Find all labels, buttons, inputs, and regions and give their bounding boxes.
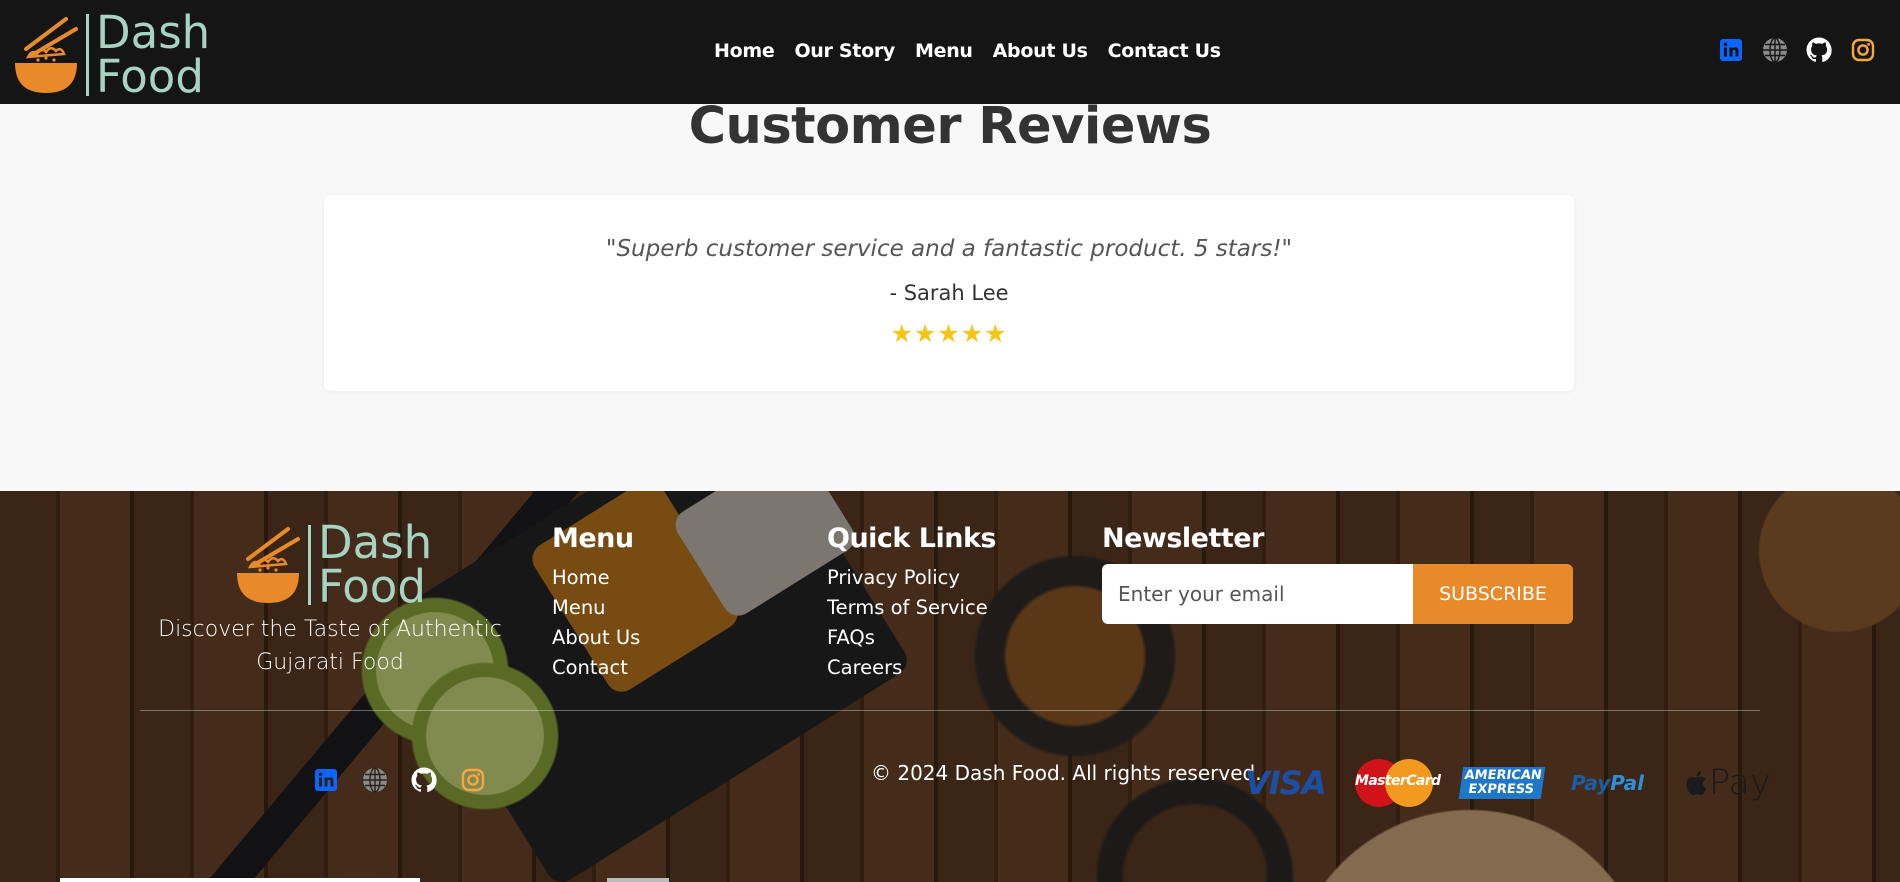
site-footer: Dash Food Discover the Taste of Authenti… [0,491,1900,882]
brand-name: Dash Food [318,516,433,614]
amex-logo: AMERICAN EXPRESS [1458,767,1546,799]
footer-social-links [313,767,486,793]
footer-link-privacy-policy[interactable]: Privacy Policy [827,563,996,593]
linkedin-icon[interactable] [1718,37,1744,63]
amex-line-1: AMERICAN [1463,768,1543,783]
visa-logo: VISA [1245,764,1326,802]
globe-icon[interactable] [362,767,388,793]
newsletter-form: SUBSCRIBE [1102,564,1573,624]
footer-link-menu[interactable]: Menu [552,593,640,623]
main-nav: Home Our Story Menu About Us Contact Us [714,40,1221,62]
footer-quick-links-title: Quick Links [827,523,997,554]
footer-link-home[interactable]: Home [552,563,640,593]
brand-line-2: Food [96,50,204,104]
mastercard-text: MasterCard [1355,773,1441,789]
logo-divider [86,14,89,97]
horizontal-scrollbar[interactable] [60,878,420,882]
nav-menu[interactable]: Menu [915,40,973,62]
footer-link-careers[interactable]: Careers [827,653,996,683]
nav-about-us[interactable]: About Us [993,40,1088,62]
apple-pay-text: Pay [1709,763,1771,803]
instagram-icon[interactable] [460,767,486,793]
review-quote: "Superb customer service and a fantastic… [605,236,1293,262]
paypal-logo: PayPal [1571,771,1657,795]
newsletter-section: Newsletter SUBSCRIBE [1102,523,1573,624]
linkedin-icon[interactable] [313,767,339,793]
nav-home[interactable]: Home [714,40,775,62]
brand-name: Dash Food [96,6,211,104]
brand-line-1: Dash [318,516,433,569]
apple-icon [1686,771,1707,796]
footer-menu-title: Menu [552,523,634,554]
nav-contact-us[interactable]: Contact Us [1108,40,1221,62]
payment-methods: VISA MasterCard AMERICAN EXPRESS PayPal … [1245,759,1771,807]
review-author: - Sarah Lee [889,281,1009,305]
newsletter-title: Newsletter [1102,523,1264,554]
github-icon[interactable] [1806,37,1832,63]
footer-divider [140,710,1760,711]
review-card: "Superb customer service and a fantastic… [324,195,1574,391]
footer-link-contact[interactable]: Contact [552,653,640,683]
scrollbar-track-segment [607,878,669,882]
subscribe-button[interactable]: SUBSCRIBE [1413,564,1573,624]
footer-link-about-us[interactable]: About Us [552,623,640,653]
paypal-text-2: Pal [1610,771,1645,795]
globe-icon[interactable] [1762,37,1788,63]
site-header: Dash Food Home Our Story Menu About Us C… [0,0,1900,104]
brand-line-1: Dash [96,6,211,59]
rice-bowl-icon [237,527,300,604]
footer-tagline: Discover the Taste of Authentic Gujarati… [158,617,502,675]
instagram-icon[interactable] [1850,37,1876,63]
logo-divider [308,525,311,606]
footer-link-terms-of-service[interactable]: Terms of Service [827,593,996,623]
amex-line-2: EXPRESS [1467,782,1535,797]
nav-our-story[interactable]: Our Story [794,40,895,62]
header-social-links [1718,37,1876,63]
brand-logo[interactable]: Dash Food [14,6,211,104]
newsletter-email-input[interactable] [1102,564,1413,624]
paypal-text-1: Pay [1571,771,1611,795]
apple-pay-logo: Pay [1685,763,1771,803]
footer-logo[interactable]: Dash Food [236,516,433,614]
copyright-text: © 2024 Dash Food. All rights reserved. [871,761,1262,785]
rice-bowl-icon [15,17,78,94]
footer-menu-column: Menu Home Menu About Us Contact [552,523,640,683]
review-stars: ★★★★★ [890,319,1008,348]
brand-line-2: Food [318,560,426,614]
reviews-title: Customer Reviews [688,97,1212,156]
footer-link-faqs[interactable]: FAQs [827,623,996,653]
mastercard-logo: MasterCard [1355,759,1441,807]
github-icon[interactable] [411,767,437,793]
footer-quick-links-column: Quick Links Privacy Policy Terms of Serv… [827,523,997,683]
